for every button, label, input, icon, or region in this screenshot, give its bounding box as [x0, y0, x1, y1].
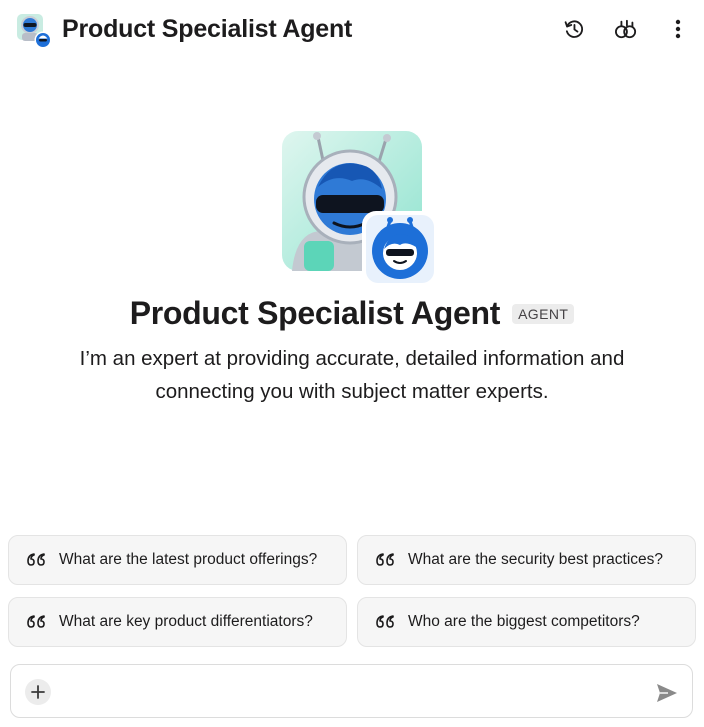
add-attachment-button[interactable] — [25, 679, 51, 705]
agent-chat-window: Product Specialist Agent Product Special… — [0, 0, 704, 727]
agent-description: I’m an expert at providing accurate, det… — [40, 342, 664, 408]
send-icon — [657, 684, 677, 702]
suggestion-label: What are key product differentiators? — [59, 613, 313, 630]
quote-icon — [27, 615, 45, 628]
quote-icon — [376, 615, 394, 628]
message-input[interactable] — [61, 675, 631, 709]
new-chat-icon — [615, 19, 637, 39]
history-icon — [564, 20, 584, 38]
suggestion-card[interactable]: What are the security best practices? — [357, 535, 696, 585]
plus-icon — [31, 685, 45, 699]
suggestion-card[interactable]: Who are the biggest competitors? — [357, 597, 696, 647]
agent-name-row: Product Specialist Agent AGENT — [0, 294, 704, 332]
suggestion-card[interactable]: What are the latest product offerings? — [8, 535, 347, 585]
robot-avatar-icon — [16, 13, 52, 49]
agent-name: Product Specialist Agent — [129, 295, 501, 331]
new-chat-button[interactable] — [612, 15, 640, 43]
quote-icon — [376, 553, 394, 566]
more-options-button[interactable] — [664, 15, 692, 43]
message-composer — [10, 664, 693, 718]
agent-avatar-image — [282, 131, 438, 287]
suggestion-label: What are the latest product offerings? — [59, 551, 318, 568]
more-options-icon — [675, 19, 681, 39]
agent-description-line-1: I’m an expert at providing accurate, det… — [79, 347, 625, 370]
suggestion-card[interactable]: What are key product differentiators? — [8, 597, 347, 647]
agent-badge: AGENT — [512, 304, 575, 324]
header-bar: Product Specialist Agent — [0, 0, 704, 58]
suggestion-label: What are the security best practices? — [408, 551, 664, 568]
agent-description-line-2: connecting you with subject matter exper… — [155, 380, 549, 403]
suggestion-label: Who are the biggest competitors? — [408, 613, 640, 630]
quote-icon — [27, 553, 45, 566]
history-button[interactable] — [560, 15, 588, 43]
header-title: Product Specialist Agent — [62, 15, 353, 43]
send-button[interactable] — [654, 680, 680, 706]
